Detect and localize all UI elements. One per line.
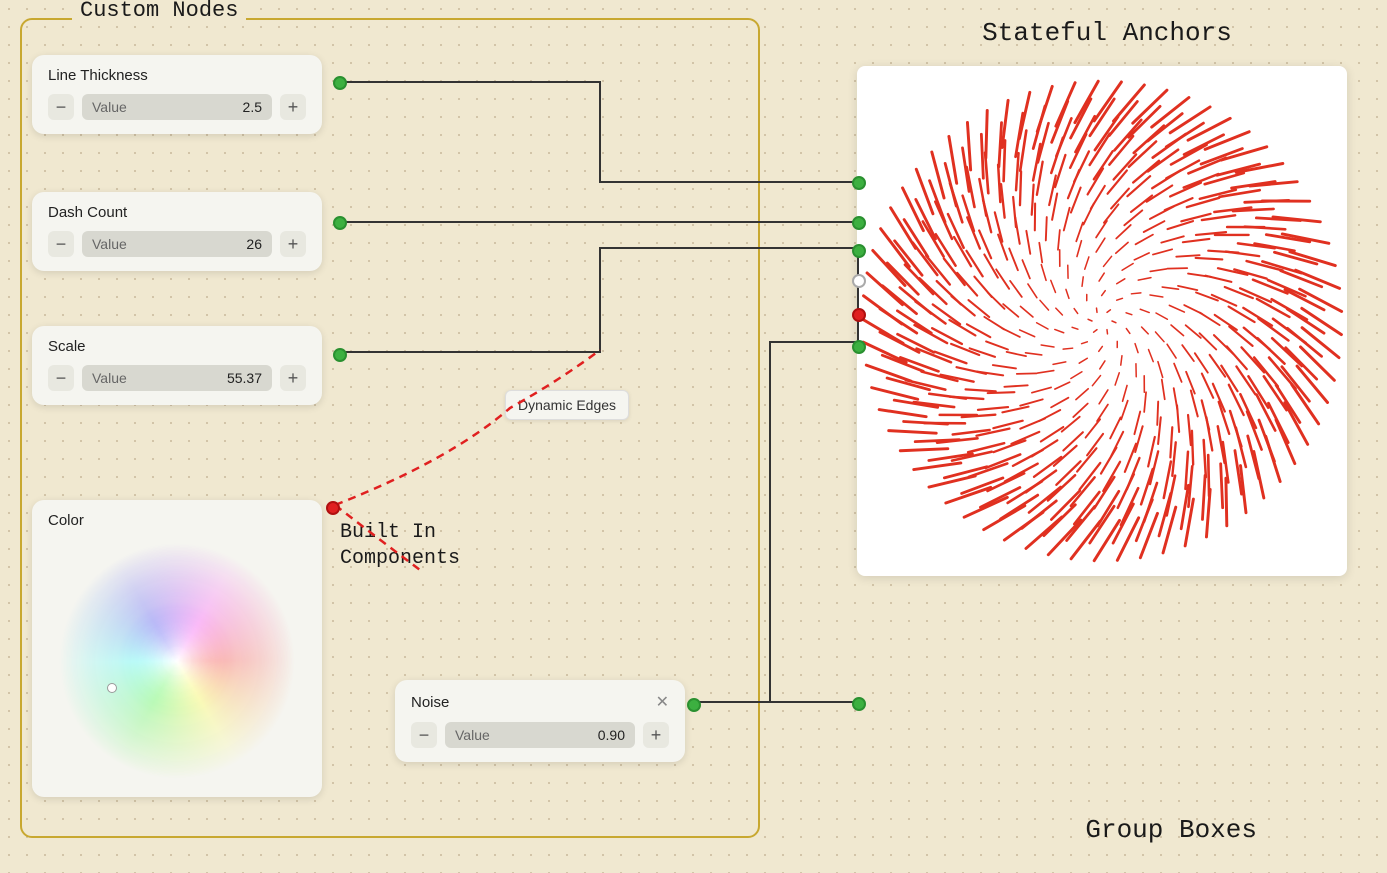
noise-node-anchor[interactable]: [687, 698, 701, 712]
right-anchor-2[interactable]: [852, 216, 866, 230]
noise-minus[interactable]: −: [411, 722, 437, 748]
noise-value-label: Value: [455, 727, 490, 743]
right-anchor-4[interactable]: [852, 340, 866, 354]
right-anchor-1[interactable]: [852, 176, 866, 190]
noise-close-button[interactable]: ✕: [656, 692, 669, 712]
scale-plus[interactable]: +: [280, 365, 306, 391]
line-thickness-node: Line Thickness − Value 2.5 +: [32, 55, 322, 134]
scale-minus[interactable]: −: [48, 365, 74, 391]
line-thickness-title: Line Thickness: [48, 67, 306, 84]
noise-node-title: Noise: [411, 694, 449, 711]
scale-value-label: Value: [92, 370, 127, 386]
noise-plus[interactable]: +: [643, 722, 669, 748]
left-group-title: Custom Nodes: [72, 0, 246, 23]
color-node-title: Color: [48, 512, 306, 529]
line-thickness-plus[interactable]: +: [280, 94, 306, 120]
scale-value: 55.37: [227, 370, 262, 386]
built-in-label: Built In Components: [340, 520, 460, 572]
stateful-anchors-title: Stateful Anchors: [857, 18, 1357, 48]
color-node-anchor[interactable]: [326, 501, 340, 515]
group-boxes-title: Group Boxes: [1085, 815, 1257, 845]
noise-node: Noise ✕ − Value 0.90 +: [395, 680, 685, 762]
dynamic-edges-label: Dynamic Edges: [505, 390, 629, 420]
dash-count-plus[interactable]: +: [280, 231, 306, 257]
right-anchor-5[interactable]: [852, 697, 866, 711]
dash-count-title: Dash Count: [48, 204, 306, 221]
color-node: Color: [32, 500, 322, 797]
scale-node: Scale − Value 55.37 +: [32, 326, 322, 405]
scale-anchor[interactable]: [333, 348, 347, 362]
line-thickness-anchor[interactable]: [333, 76, 347, 90]
dash-count-minus[interactable]: −: [48, 231, 74, 257]
scale-title: Scale: [48, 338, 306, 355]
right-anchor-hollow[interactable]: [852, 274, 866, 288]
right-anchor-red[interactable]: [852, 308, 866, 322]
dash-count-value: 26: [246, 236, 262, 252]
line-thickness-minus[interactable]: −: [48, 94, 74, 120]
color-wheel[interactable]: [57, 541, 297, 781]
noise-value: 0.90: [598, 727, 625, 743]
dash-count-anchor[interactable]: [333, 216, 347, 230]
line-thickness-value-label: Value: [92, 99, 127, 115]
color-wheel-selector[interactable]: [107, 683, 117, 693]
right-anchor-3[interactable]: [852, 244, 866, 258]
right-panel: Stateful Anchors: [857, 18, 1357, 576]
spiral-visualization: [857, 66, 1347, 576]
dash-count-value-label: Value: [92, 236, 127, 252]
line-thickness-value: 2.5: [243, 99, 262, 115]
dash-count-node: Dash Count − Value 26 +: [32, 192, 322, 271]
